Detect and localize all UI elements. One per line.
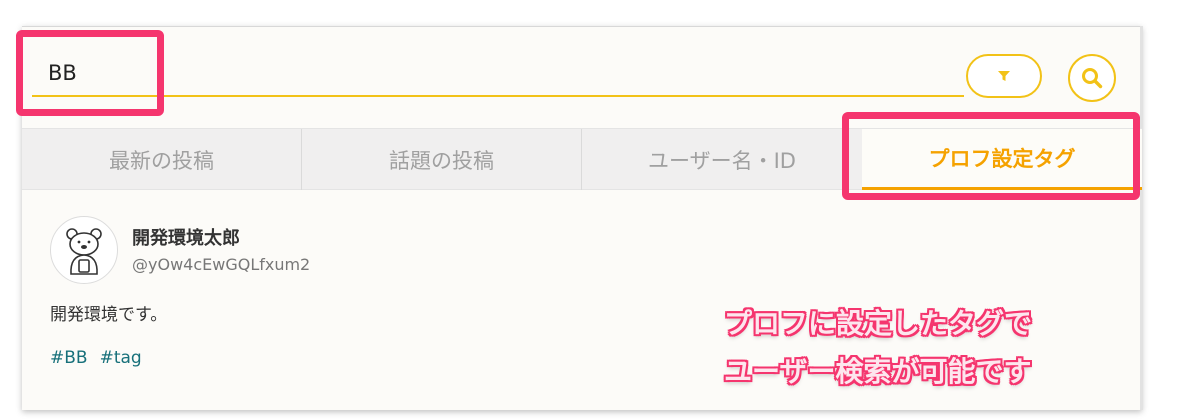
filter-button[interactable] [966,54,1042,98]
bear-avatar-icon [66,228,102,275]
tab-popular-posts[interactable]: 話題の投稿 [302,129,582,190]
tag-link[interactable]: #BB [50,348,88,368]
tab-latest-posts[interactable]: 最新の投稿 [22,129,302,190]
result-username[interactable]: 開発環境太郎 [132,224,240,250]
search-button[interactable] [1068,54,1116,102]
scrollbar-track[interactable] [1140,26,1143,410]
result-tags: #BB #tag [50,348,154,368]
tab-username-id[interactable]: ユーザー名・ID [582,129,862,190]
search-highlight-box [16,30,164,116]
tag-link[interactable]: #tag [100,348,142,368]
result-bio: 開発環境です。 [50,305,168,325]
search-input[interactable] [32,51,964,97]
annotation-line-1: プロフに設定したタグで [724,307,1033,340]
result-user-handle: @yOw4cEwGQLfxum2 [132,255,311,274]
filter-icon [998,71,1010,81]
search-icon [1082,68,1103,89]
annotation-line-2: ユーザー検索が可能です [724,355,1032,388]
avatar[interactable] [50,216,118,284]
tab-highlight-box [842,112,1140,200]
